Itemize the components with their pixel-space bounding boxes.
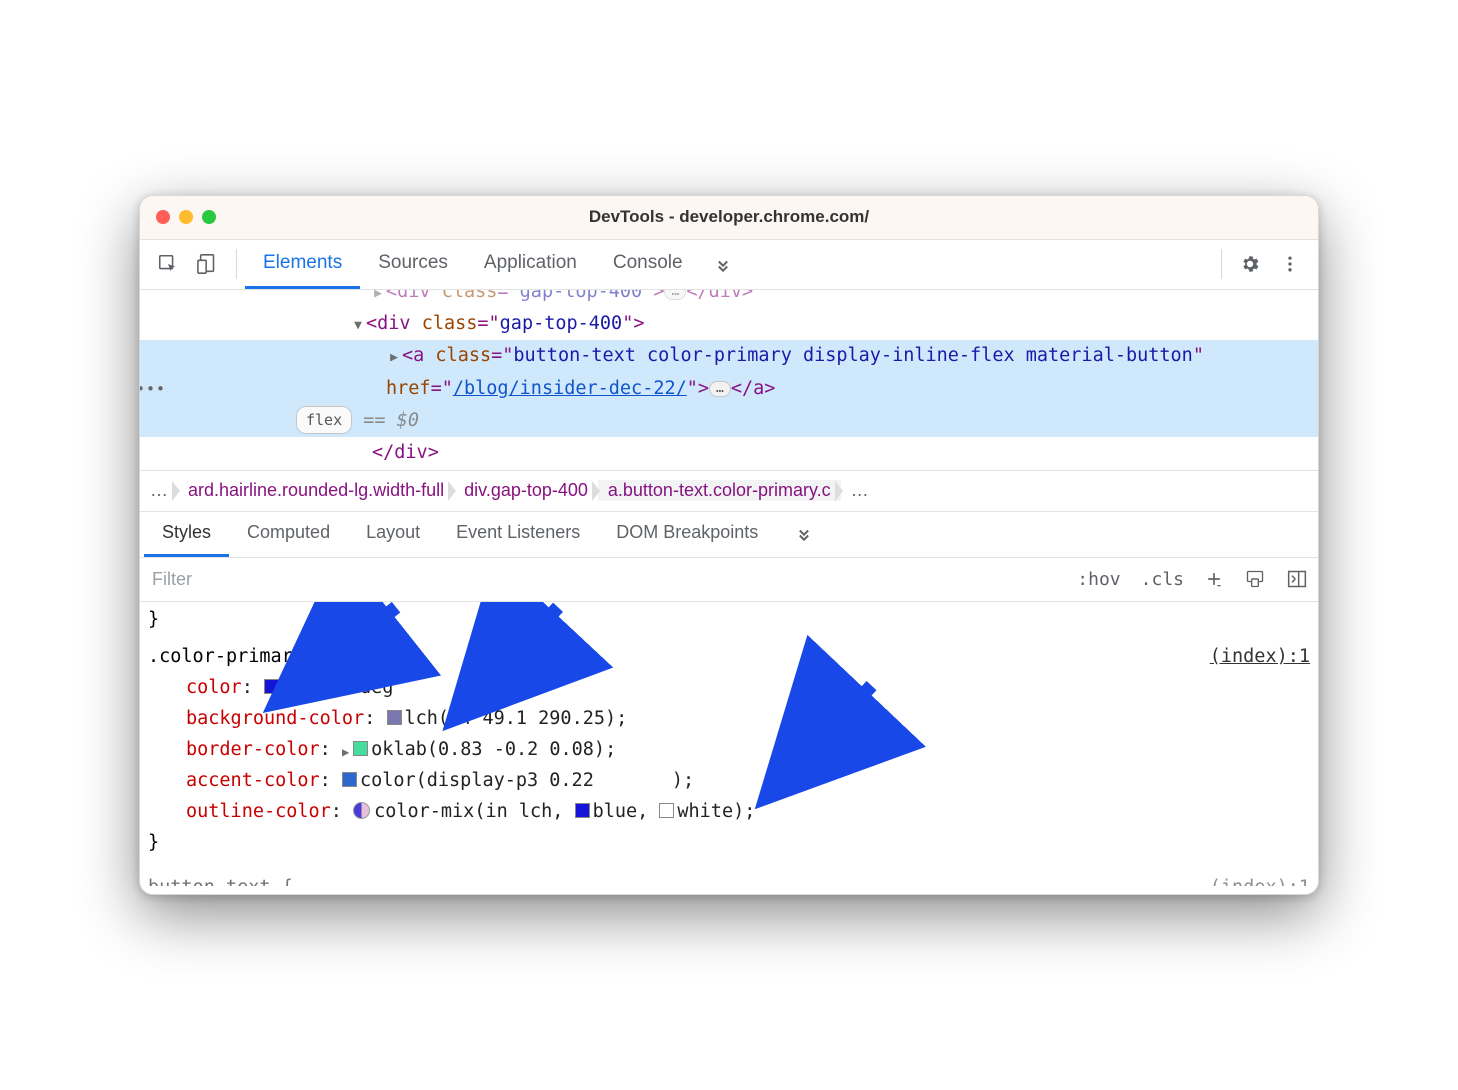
breadcrumb-overflow[interactable]: … (841, 480, 879, 501)
separator (236, 249, 237, 279)
separator (1221, 249, 1222, 279)
kebab-menu-icon[interactable] (1270, 239, 1310, 289)
more-subtabs-icon[interactable] (776, 512, 832, 557)
tab-console[interactable]: Console (595, 240, 701, 289)
color-swatch-icon[interactable] (387, 710, 402, 725)
subtab-styles[interactable]: Styles (144, 512, 229, 557)
ellipsis-icon[interactable]: … (709, 381, 731, 397)
prop-name[interactable]: border-color (186, 739, 320, 760)
new-style-rule-icon[interactable] (1194, 558, 1234, 601)
subtab-layout[interactable]: Layout (348, 512, 438, 557)
rule-header-cutoff: button-text { (index):1 (148, 872, 1310, 886)
subtab-dom-breakpoints[interactable]: DOM Breakpoints (598, 512, 776, 557)
css-selector[interactable]: .color-primary (148, 646, 304, 667)
styles-subtabs: Styles Computed Layout Event Listeners D… (140, 512, 1318, 558)
color-swatch-icon[interactable] (342, 772, 357, 787)
prop-name[interactable]: outline-color (186, 801, 331, 822)
rule-header: .color-primary { (index):1 (148, 641, 1310, 672)
brace: { (304, 646, 326, 667)
prop-name[interactable]: background-color (186, 708, 364, 729)
window-controls (156, 210, 216, 224)
hov-toggle[interactable]: :hov (1067, 558, 1130, 601)
color-swatch-icon[interactable] (353, 741, 368, 756)
css-property[interactable]: accent-color: color(display-p3 0.22 46 0… (148, 765, 1310, 796)
styles-pane[interactable]: } .color-primary { (index):1 color: hsl(… (140, 602, 1318, 895)
css-property[interactable]: border-color: ▶oklab(0.83 -0.2 0.08); (148, 734, 1310, 765)
selected-dom-node[interactable]: ••• ▶<a class="button-text color-primary… (140, 340, 1318, 437)
subtab-event-listeners[interactable]: Event Listeners (438, 512, 598, 557)
source-link[interactable]: (index):1 (1210, 872, 1310, 886)
dom-node[interactable]: ▼<div class="gap-top-400"> (140, 308, 1318, 340)
rule-brace: } (148, 604, 1310, 635)
styles-filterbar: :hov .cls (140, 558, 1318, 602)
prop-value[interactable]: hsl(240deg 0% 50%); (282, 677, 494, 698)
tab-application[interactable]: Application (466, 240, 595, 289)
prop-value[interactable]: lch(54 49.1 290.25); (405, 708, 628, 729)
collapse-triangle-icon[interactable]: ▼ (350, 315, 366, 338)
prop-value[interactable]: color(display-p3 0.22 46 0.8); (360, 770, 694, 791)
breadcrumb[interactable]: … ard.hairline.rounded-lg.width-full div… (140, 470, 1318, 512)
computed-sidebar-icon[interactable] (1276, 558, 1318, 601)
color-mix-swatch-icon[interactable] (353, 802, 370, 819)
minimize-window-button[interactable] (179, 210, 193, 224)
dom-node-close[interactable]: </div> (140, 437, 1318, 469)
ellipsis-icon[interactable]: … (664, 290, 686, 300)
main-toolbar: Elements Sources Application Console (140, 240, 1318, 290)
devtools-window: DevTools - developer.chrome.com/ Element… (139, 195, 1319, 896)
subtab-computed[interactable]: Computed (229, 512, 348, 557)
more-tabs-icon[interactable] (701, 240, 745, 289)
device-toolbar-icon[interactable] (188, 239, 228, 289)
print-media-icon[interactable] (1234, 558, 1276, 601)
dom-node[interactable]: ▶<div class="gap-top-400">…</div> (140, 290, 1318, 308)
flex-badge[interactable]: flex (296, 406, 352, 434)
breadcrumb-item[interactable]: ard.hairline.rounded-lg.width-full (178, 480, 454, 501)
titlebar: DevTools - developer.chrome.com/ (140, 196, 1318, 240)
tab-elements[interactable]: Elements (245, 240, 360, 289)
breadcrumb-item-active[interactable]: a.button-text.color-primary.c (598, 480, 841, 501)
dom-tree[interactable]: ▶<div class="gap-top-400">…</div> ▼<div … (140, 290, 1318, 470)
expand-triangle-icon[interactable]: ▶ (386, 347, 402, 370)
css-property[interactable]: color: hsl(240deg 0% 50%); (148, 672, 1310, 703)
expand-triangle-icon[interactable]: ▶ (370, 290, 386, 306)
panel-tabs: Elements Sources Application Console (245, 240, 745, 289)
prop-value[interactable]: oklab(0.83 -0.2 0.08); (371, 739, 616, 760)
prop-name[interactable]: color (186, 677, 242, 698)
expand-triangle-icon[interactable]: ▶ (342, 742, 349, 762)
prop-value[interactable]: color-mix(in lch, blue, white); (374, 801, 755, 822)
cls-toggle[interactable]: .cls (1131, 558, 1194, 601)
window-title: DevTools - developer.chrome.com/ (140, 207, 1318, 227)
css-property[interactable]: background-color: lch(54 49.1 290.25); (148, 703, 1310, 734)
color-swatch-icon[interactable] (264, 679, 279, 694)
tab-sources[interactable]: Sources (360, 240, 466, 289)
breadcrumb-item[interactable]: div.gap-top-400 (454, 480, 598, 501)
color-swatch-icon[interactable] (575, 803, 590, 818)
href-link[interactable]: /blog/insider-dec-22/ (453, 378, 687, 399)
rule-brace: } (148, 827, 1310, 858)
gutter-ellipsis-icon[interactable]: ••• (140, 340, 162, 437)
inspect-element-icon[interactable] (148, 239, 188, 289)
close-window-button[interactable] (156, 210, 170, 224)
filter-input[interactable] (140, 558, 1067, 601)
settings-gear-icon[interactable] (1230, 239, 1270, 289)
zoom-window-button[interactable] (202, 210, 216, 224)
console-ref: == $0 (352, 410, 419, 431)
css-property[interactable]: outline-color: color-mix(in lch, blue, w… (148, 796, 1310, 827)
source-link[interactable]: (index):1 (1210, 641, 1310, 672)
prop-name[interactable]: accent-color (186, 770, 320, 791)
color-swatch-icon[interactable] (659, 803, 674, 818)
